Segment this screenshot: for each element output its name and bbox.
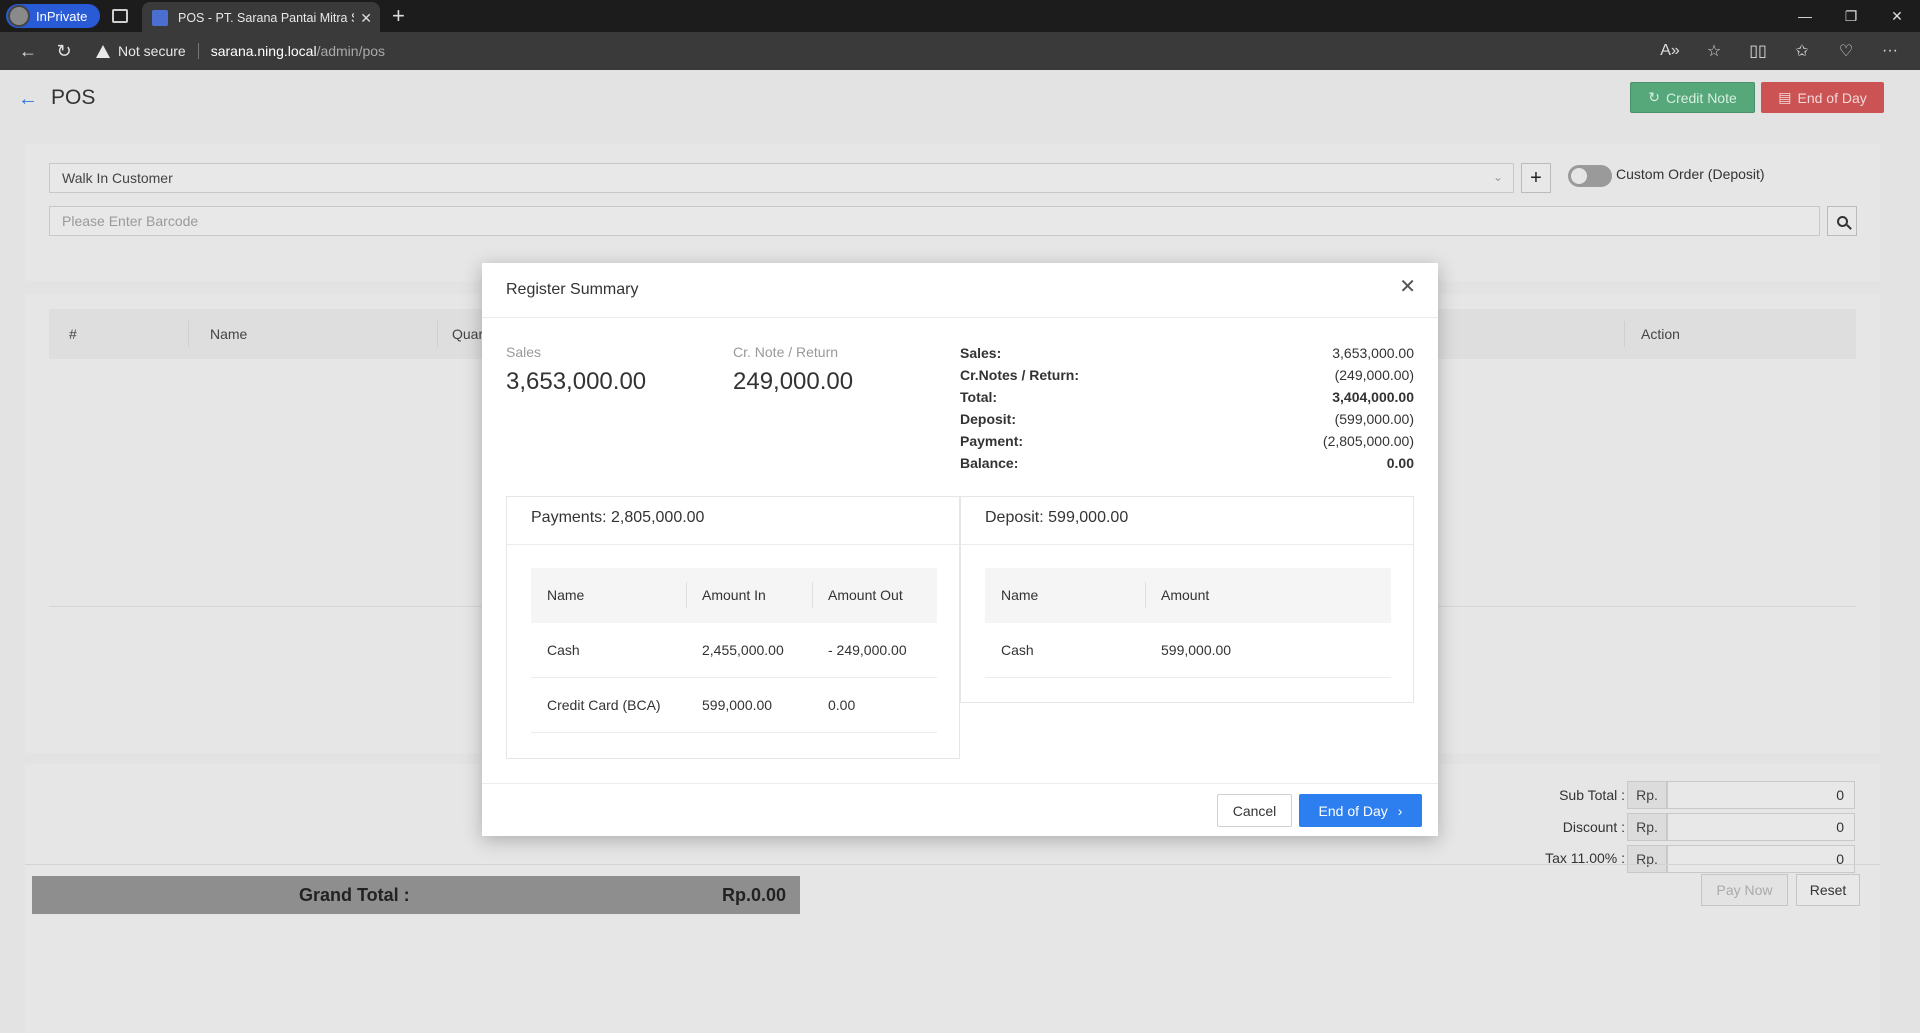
url-divider xyxy=(197,43,199,59)
security-label: Not secure xyxy=(118,43,186,59)
col-amount: Amount xyxy=(1161,587,1210,603)
warning-icon xyxy=(96,44,110,58)
end-of-day-label: End of Day xyxy=(1318,802,1388,819)
payments-table-header: Name Amount In Amount Out xyxy=(531,568,937,623)
summary-row: Cr.Notes / Return: (249,000.00) xyxy=(960,367,1414,389)
summary-value: 3,404,000.00 xyxy=(1332,389,1414,405)
tab-title: POS - PT. Sarana Pantai Mitra Se xyxy=(178,11,355,25)
modal-title: Register Summary xyxy=(506,281,639,298)
summary-key: Payment: xyxy=(960,433,1024,449)
window-controls: — ❐ ✕ xyxy=(1782,0,1920,32)
deposit-title: Deposit: 599,000.00 xyxy=(985,509,1129,526)
inprivate-label: InPrivate xyxy=(36,8,88,24)
close-window-icon[interactable]: ✕ xyxy=(1874,0,1920,32)
browser-essentials-icon[interactable]: ♡ xyxy=(1824,41,1868,61)
browser-address-bar: ← ↻ Not secure sarana.ning.local/admin/p… xyxy=(0,32,1920,70)
summary-row: Deposit: (599,000.00) xyxy=(960,411,1414,433)
panel-divider xyxy=(507,544,959,545)
credit-note-label: Cr. Note / Return xyxy=(733,344,839,360)
register-summary-list: Sales: 3,653,000.00 Cr.Notes / Return: (24… xyxy=(960,345,1414,477)
url-field[interactable]: Not secure sarana.ning.local/admin/pos xyxy=(96,43,385,59)
summary-value: (2,805,000.00) xyxy=(1322,433,1414,449)
payment-name: Credit Card (BCA) xyxy=(547,697,661,713)
deposit-panel: Deposit: 599,000.00 Name Amount Cash 599… xyxy=(960,496,1414,703)
sales-value: 3,653,000.00 xyxy=(506,368,647,395)
col-amount-out: Amount Out xyxy=(828,587,903,603)
payment-amount-out: - 249,000.00 xyxy=(828,642,907,658)
inprivate-badge[interactable]: InPrivate xyxy=(6,4,100,28)
chevron-right-icon: › xyxy=(1397,802,1403,819)
close-tab-icon[interactable]: ✕ xyxy=(360,10,372,27)
summary-row: Total: 3,404,000.00 xyxy=(960,389,1414,411)
table-row: Cash 2,455,000.00 - 249,000.00 xyxy=(531,623,937,678)
refresh-icon[interactable]: ↻ xyxy=(46,41,82,62)
close-icon[interactable]: ✕ xyxy=(1399,277,1416,297)
register-summary-modal: Register Summary ✕ Sales 3,653,000.00 Cr… xyxy=(482,263,1438,836)
deposit-amount: 599,000.00 xyxy=(1161,642,1232,658)
summary-key: Deposit: xyxy=(960,411,1016,427)
favorite-star-icon[interactable]: ☆ xyxy=(1692,41,1736,61)
more-menu-icon[interactable]: ··· xyxy=(1868,42,1912,60)
favorites-icon[interactable]: ✩ xyxy=(1780,41,1824,61)
col-divider xyxy=(1145,582,1146,608)
credit-note-value: 249,000.00 xyxy=(733,368,854,395)
payments-title: Payments: 2,805,000.00 xyxy=(531,509,705,526)
summary-row: Balance: 0.00 xyxy=(960,455,1414,477)
payment-amount-out: 0.00 xyxy=(828,697,856,713)
modal-footer: Cancel End of Day › xyxy=(482,783,1438,836)
url-host: sarana.ning.local xyxy=(210,43,317,59)
summary-key: Total: xyxy=(960,389,998,405)
summary-row: Sales: 3,653,000.00 xyxy=(960,345,1414,367)
summary-value: (249,000.00) xyxy=(1334,367,1414,383)
payment-amount-in: 2,455,000.00 xyxy=(702,642,784,658)
col-divider xyxy=(686,582,687,608)
col-name: Name xyxy=(1001,587,1039,603)
confirm-end-of-day-button[interactable]: End of Day › xyxy=(1299,794,1422,827)
modal-header: Register Summary ✕ xyxy=(482,263,1438,318)
browser-tab[interactable]: POS - PT. Sarana Pantai Mitra Se ✕ xyxy=(142,2,380,34)
tab-actions-icon[interactable] xyxy=(112,9,128,23)
payment-amount-in: 599,000.00 xyxy=(702,697,773,713)
payments-panel: Payments: 2,805,000.00 Name Amount In Am… xyxy=(506,496,960,759)
sales-label: Sales xyxy=(506,344,542,360)
browser-tab-bar: InPrivate POS - PT. Sarana Pantai Mitra … xyxy=(0,0,1920,34)
profile-avatar-icon xyxy=(8,5,30,27)
deposit-table-header: Name Amount xyxy=(985,568,1391,623)
summary-key: Sales: xyxy=(960,345,1002,361)
restore-icon[interactable]: ❐ xyxy=(1828,0,1874,32)
read-aloud-icon[interactable]: A» xyxy=(1648,42,1692,60)
col-amount-in: Amount In xyxy=(702,587,766,603)
col-divider xyxy=(812,582,813,608)
summary-key: Balance: xyxy=(960,455,1019,471)
table-row: Cash 599,000.00 xyxy=(985,623,1391,678)
back-icon[interactable]: ← xyxy=(10,41,46,62)
summary-value: (599,000.00) xyxy=(1334,411,1414,427)
summary-value: 0.00 xyxy=(1386,455,1414,471)
payment-name: Cash xyxy=(547,642,580,658)
deposit-name: Cash xyxy=(1001,642,1034,658)
browser-toolbar: A» ☆ ▯▯ ✩ ♡ ··· xyxy=(1648,32,1912,70)
minimize-icon[interactable]: — xyxy=(1782,0,1828,32)
panel-divider xyxy=(961,544,1413,545)
col-name: Name xyxy=(547,587,585,603)
summary-key: Cr.Notes / Return: xyxy=(960,367,1080,383)
table-row: Credit Card (BCA) 599,000.00 0.00 xyxy=(531,678,937,733)
summary-value: 3,653,000.00 xyxy=(1332,345,1414,361)
url-path: /admin/pos xyxy=(316,43,386,59)
cancel-button[interactable]: Cancel xyxy=(1217,794,1292,827)
split-screen-icon[interactable]: ▯▯ xyxy=(1736,41,1780,61)
new-tab-icon[interactable]: + xyxy=(392,5,405,27)
summary-row: Payment: (2,805,000.00) xyxy=(960,433,1414,455)
favicon-icon xyxy=(152,10,168,26)
